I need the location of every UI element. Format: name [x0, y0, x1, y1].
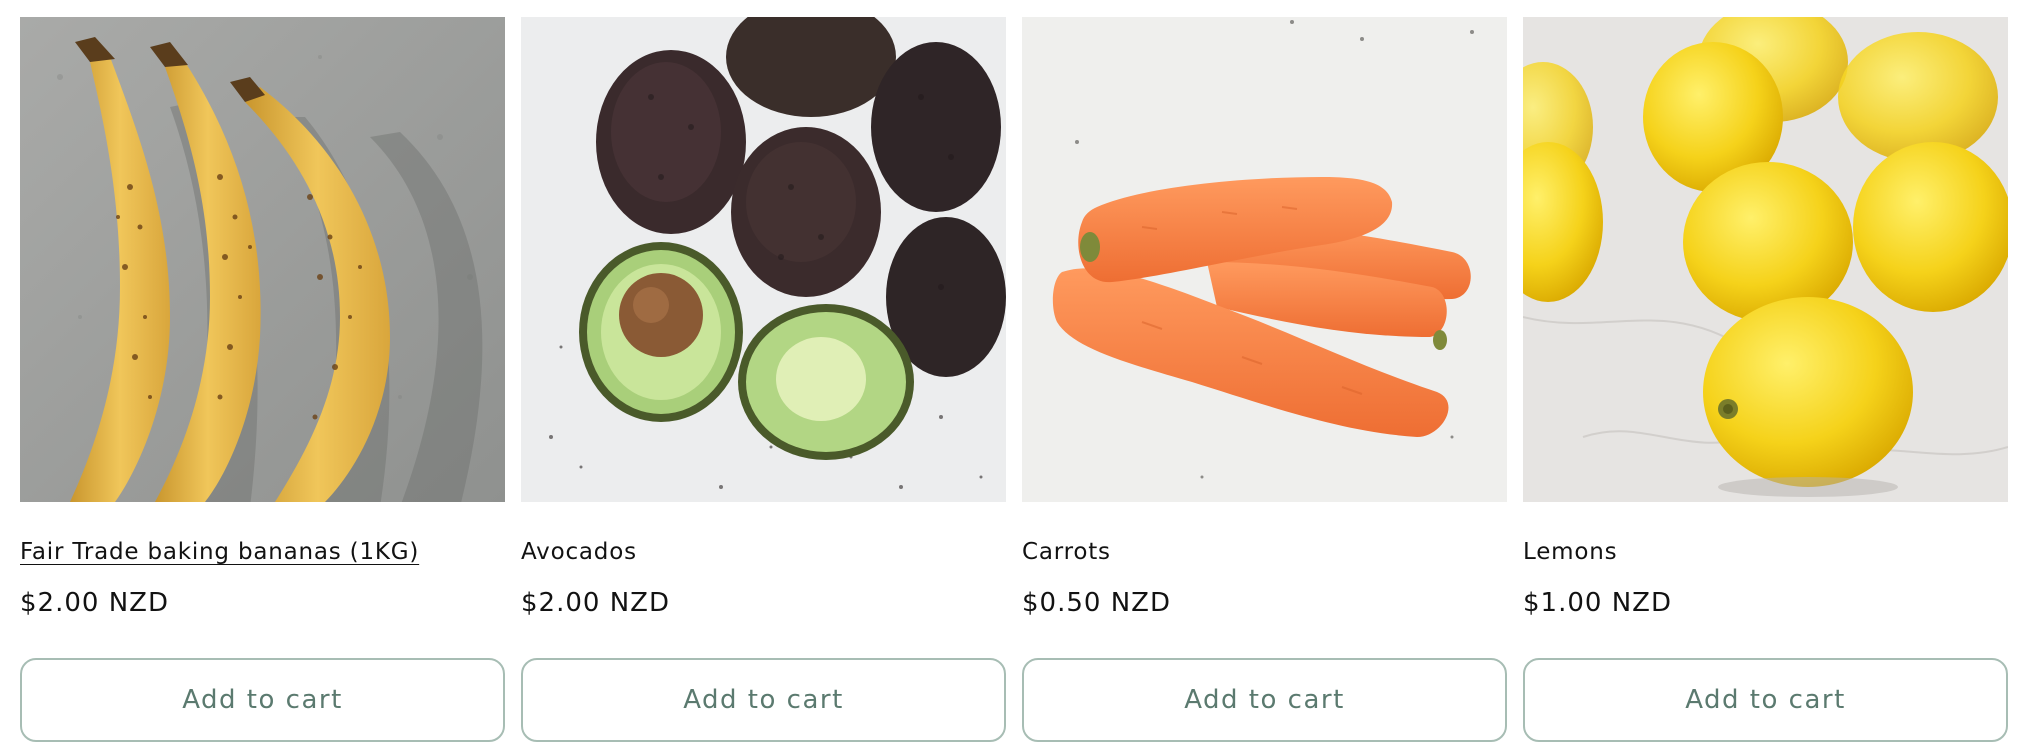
product-image-link[interactable]	[1523, 17, 2008, 502]
product-title: Avocados	[521, 536, 1006, 572]
add-to-cart-button[interactable]: Add to cart	[521, 658, 1006, 742]
add-to-cart-button[interactable]: Add to cart	[1022, 658, 1507, 742]
product-card-lemons: Lemons $1.00 NZD Add to cart	[1523, 17, 2008, 742]
product-price: $2.00 NZD	[20, 588, 169, 618]
add-to-cart-button[interactable]: Add to cart	[20, 658, 505, 742]
product-image-link[interactable]	[521, 17, 1006, 502]
add-to-cart-button[interactable]: Add to cart	[1523, 658, 2008, 742]
product-title-link[interactable]: Fair Trade baking bananas (1KG)	[20, 539, 419, 565]
product-title-link[interactable]: Avocados	[521, 539, 637, 565]
product-image-link[interactable]	[1022, 17, 1507, 502]
product-card-avocados: Avocados $2.00 NZD Add to cart	[521, 17, 1006, 742]
product-grid: Fair Trade baking bananas (1KG) $2.00 NZ…	[20, 17, 2010, 742]
lemons-photo	[1523, 17, 2008, 502]
product-title: Carrots	[1022, 536, 1507, 572]
product-title-link[interactable]: Lemons	[1523, 539, 1617, 565]
product-price: $1.00 NZD	[1523, 588, 1672, 618]
product-title-link[interactable]: Carrots	[1022, 539, 1111, 565]
avocados-photo	[521, 17, 1006, 502]
product-card-carrots: Carrots $0.50 NZD Add to cart	[1022, 17, 1507, 742]
product-card-bananas: Fair Trade baking bananas (1KG) $2.00 NZ…	[20, 17, 505, 742]
bananas-photo	[20, 17, 505, 502]
product-price: $0.50 NZD	[1022, 588, 1171, 618]
product-price: $2.00 NZD	[521, 588, 670, 618]
product-title: Lemons	[1523, 536, 2008, 572]
carrots-photo	[1022, 17, 1507, 502]
product-title: Fair Trade baking bananas (1KG)	[20, 536, 505, 572]
product-image-link[interactable]	[20, 17, 505, 502]
